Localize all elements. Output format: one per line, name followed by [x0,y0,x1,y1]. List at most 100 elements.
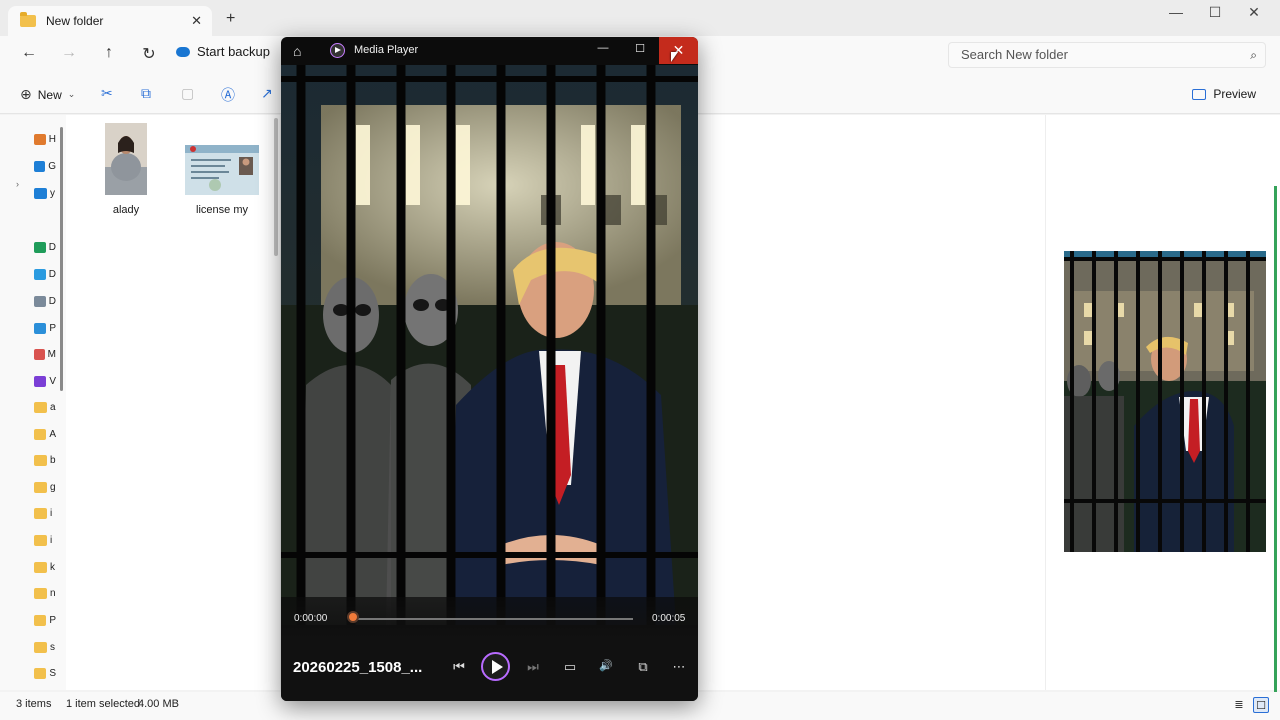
share-icon[interactable]: ↗ [261,85,273,102]
new-tab-button[interactable]: + [226,10,235,28]
folder-icon [34,561,47,573]
sidebar-item-label: H [48,133,56,145]
sidebar-item[interactable]: P [34,612,56,628]
more-options-icon[interactable]: ⋯ [667,659,691,675]
search-icon: ⌕ [1250,48,1257,62]
sidebar-item-label: g [50,481,56,493]
start-backup-button[interactable]: Start backup [176,44,270,59]
folder-icon [34,481,47,493]
file-item-license[interactable]: license my [182,145,262,216]
sidebar-item-label: s [50,641,55,653]
preview-pane-divider[interactable] [1045,115,1046,690]
content-scrollbar[interactable] [274,118,278,256]
maximize-button[interactable]: ☐ [1200,4,1230,21]
sidebar-item[interactable]: D [34,239,56,255]
sidebar-item[interactable]: y [34,185,56,201]
preview-pane-button[interactable]: Preview [1192,87,1256,101]
subtitles-icon[interactable]: ▭ [558,659,582,675]
up-button[interactable]: ↑ [98,44,120,62]
sidebar-item[interactable]: P [34,320,56,336]
media-player-titlebar: ⌂ Media Player — ☐ ✕ [281,37,698,65]
volume-icon[interactable]: 🔊 [594,659,618,672]
play-button[interactable] [481,652,510,681]
sidebar-item-label: b [50,454,56,466]
sidebar-scrollbar[interactable] [60,127,63,391]
videos-icon [34,375,47,387]
folder-icon [34,454,47,466]
search-input[interactable]: Search New folder ⌕ [948,42,1266,68]
sidebar-item[interactable]: i [34,505,56,521]
window-edge-highlight [1274,186,1277,696]
music-icon [34,348,45,360]
sidebar-item[interactable]: g [34,479,56,495]
sidebar-item[interactable]: D [34,266,56,282]
tab-close-button[interactable]: ✕ [191,13,202,29]
sidebar-item[interactable]: n [34,585,56,601]
sidebar-item-label: S [49,667,56,679]
sidebar-item[interactable]: k [34,559,56,575]
backup-label: Start backup [197,44,270,59]
sidebar-item[interactable]: S [34,665,56,681]
cut-icon[interactable]: ✂ [101,85,113,102]
sidebar-item[interactable]: a [34,399,56,415]
sidebar-item[interactable]: D [34,293,56,309]
plus-circle-icon: ⊕ [20,86,32,102]
sidebar-item[interactable]: i [34,532,56,548]
sidebar-item-label: P [49,614,56,626]
player-maximize-button[interactable]: ☐ [630,42,650,55]
sidebar-item[interactable]: G [34,158,56,174]
back-button[interactable]: ← [18,44,40,62]
sidebar-item[interactable]: M [34,346,56,362]
paste-icon[interactable]: ▢ [181,85,194,102]
preview-image [1064,251,1266,552]
player-minimize-button[interactable]: — [593,42,613,54]
tiles-view-icon[interactable]: ☐ [1253,697,1269,713]
tab-new-folder[interactable]: New folder ✕ [8,6,212,36]
media-file-name: 20260225_1508_... [293,659,423,676]
sidebar-item-label: A [49,428,56,440]
folder-icon [34,507,47,519]
new-button[interactable]: ⊕ New ⌄ [20,86,75,103]
sidebar-item[interactable]: V [34,373,56,389]
sidebar-item[interactable]: A [34,426,56,442]
file-item-alady[interactable]: alady [104,123,148,216]
cast-icon[interactable]: ⧉ [631,659,655,675]
chevron-down-icon: ⌄ [67,89,76,99]
folder-icon [34,428,47,440]
seek-bar[interactable] [353,618,633,620]
rename-icon[interactable]: Ⓐ [221,85,235,105]
new-label: New [37,87,62,102]
forward-button[interactable]: → [58,44,80,62]
sidebar-item-label: i [50,534,53,546]
folder-icon [20,12,36,27]
sidebar-item-label: M [47,348,56,360]
sidebar-item[interactable]: H [34,131,56,147]
sidebar-item[interactable]: s [34,639,56,655]
sidebar-item[interactable]: b [34,452,56,468]
previous-icon[interactable]: ⏮ [447,659,471,675]
sidebar-item-label: G [48,160,56,172]
sidebar-item-label: i [50,507,53,519]
expand-chevron-icon[interactable]: › [16,179,19,189]
minimize-button[interactable]: — [1161,4,1191,20]
seek-handle[interactable] [347,611,359,623]
copy-icon[interactable]: ⧉ [141,85,151,102]
folder-icon [34,614,47,626]
next-icon[interactable]: ⏭ [521,659,545,675]
refresh-button[interactable]: ↻ [138,44,160,64]
sidebar-item-label: n [50,587,56,599]
mouse-cursor [671,52,678,62]
sidebar-item-label: k [50,561,55,573]
sidebar-item-label: D [48,268,56,280]
details-view-icon[interactable]: ≣ [1231,697,1247,713]
sidebar-item-label: P [49,322,56,334]
close-window-button[interactable]: ✕ [1239,4,1269,21]
folder-icon [34,534,47,546]
media-player-logo-icon [330,43,345,58]
cloud-backup-icon [176,46,190,57]
home-icon[interactable]: ⌂ [293,43,301,59]
selection-size: 4.00 MB [138,698,179,710]
items-count: 3 items [16,698,52,710]
explorer-titlebar: New folder ✕ + — ☐ ✕ [0,0,1280,36]
player-close-button[interactable]: ✕ [659,37,698,64]
